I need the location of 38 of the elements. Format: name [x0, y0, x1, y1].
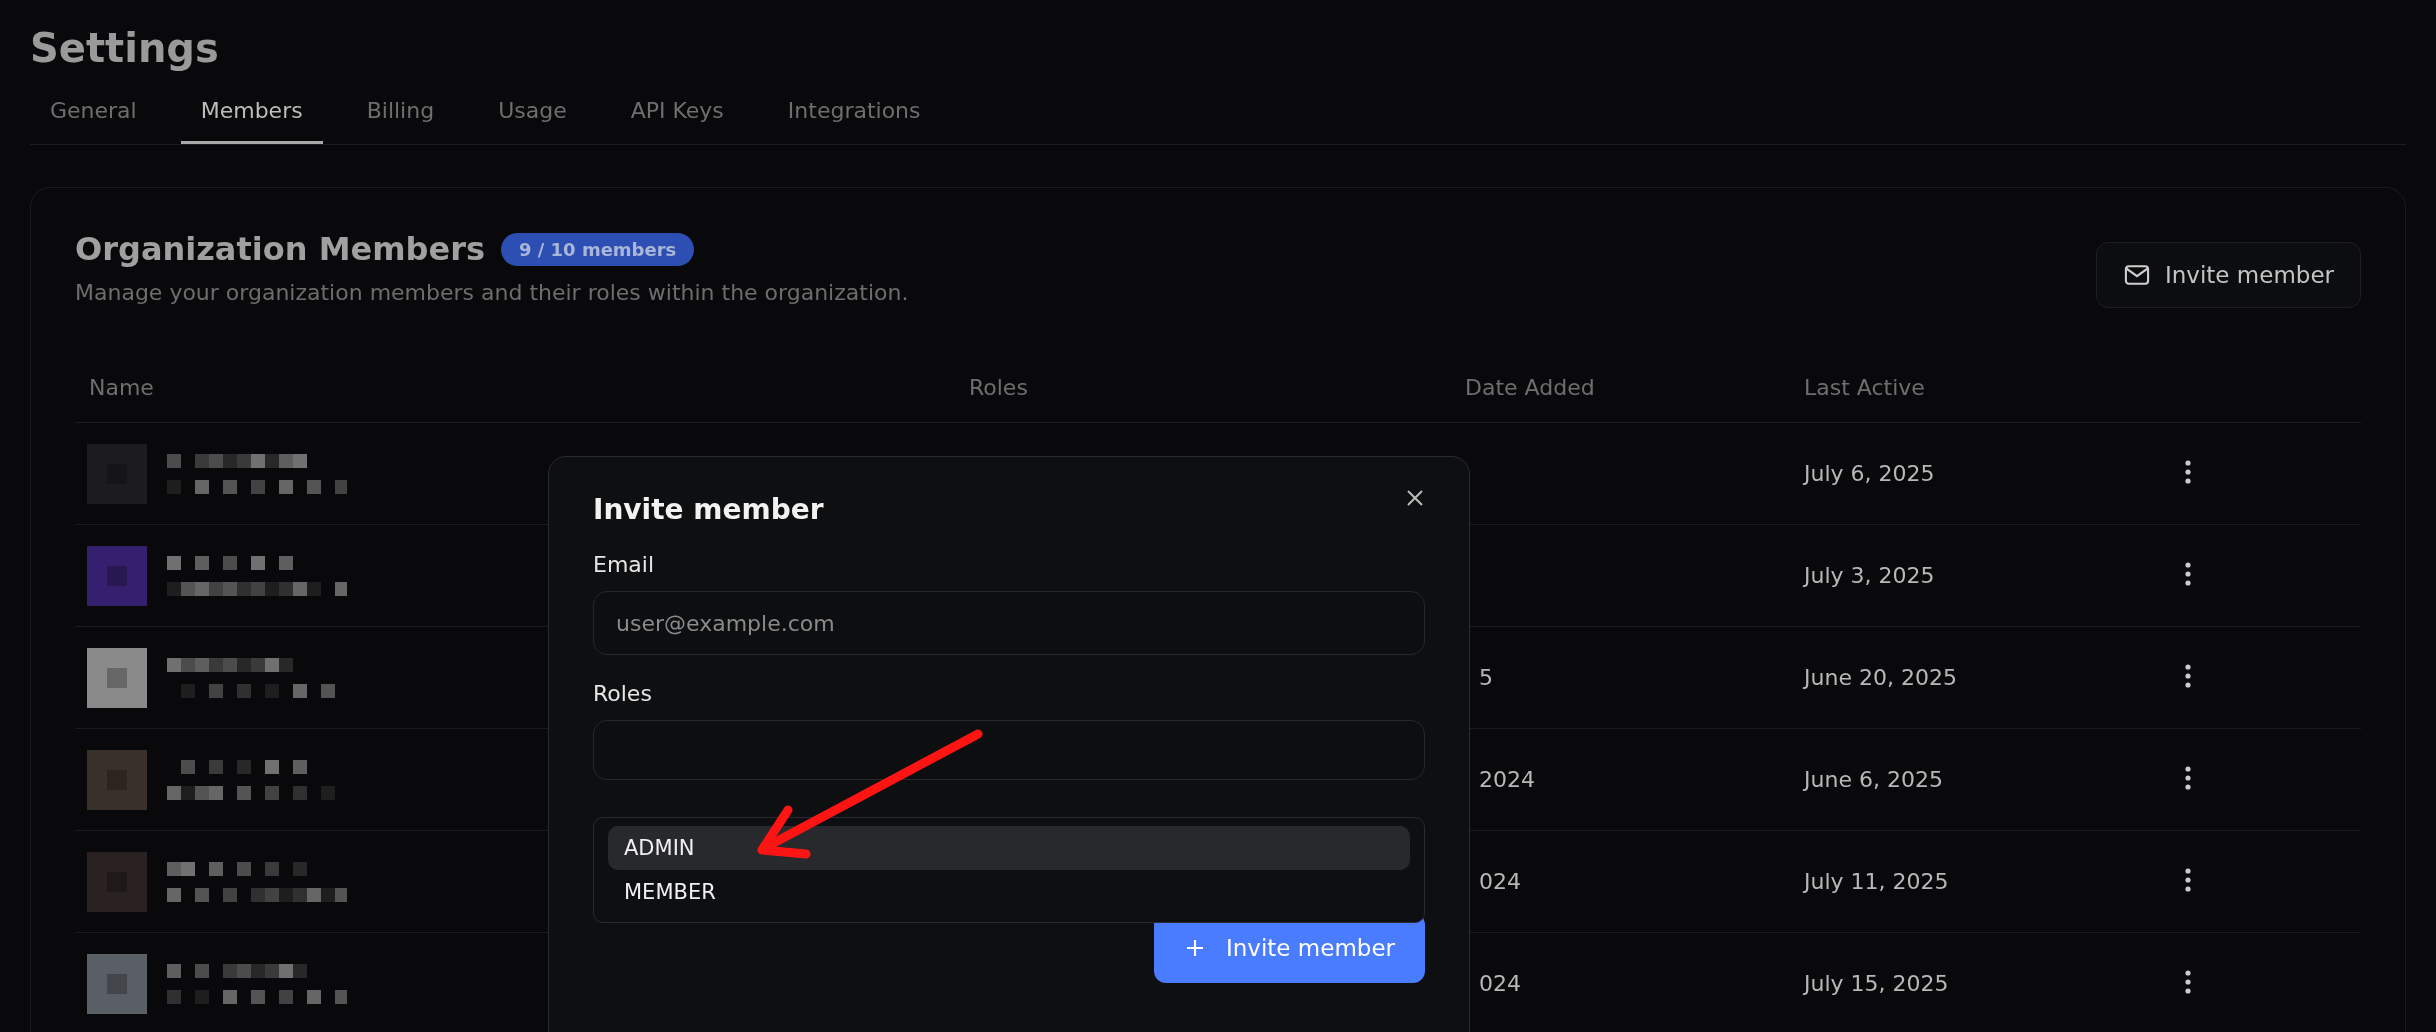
- column-header: Last Active: [1803, 374, 1926, 400]
- tab[interactable]: API Keys: [610, 84, 744, 144]
- column-header: Date Added: [1464, 374, 1596, 400]
- redacted-avatar: [87, 545, 147, 606]
- tab[interactable]: Members: [180, 84, 323, 144]
- tab[interactable]: Integrations: [767, 84, 941, 144]
- redacted-avatar: [87, 647, 147, 708]
- dialog-title: Invite member: [593, 493, 824, 526]
- member-count-badge: 9 / 10 members: [500, 232, 695, 266]
- redacted-avatar: [87, 953, 147, 1014]
- table-cell-text: June 6, 2025: [1802, 767, 1943, 792]
- role-option[interactable]: ADMIN: [608, 826, 1410, 870]
- table-cell-text: July 11, 2025: [1802, 869, 1949, 894]
- tab[interactable]: General: [30, 84, 157, 144]
- table-cell-text: 2024: [1478, 767, 1535, 792]
- redacted-avatar: [87, 749, 147, 810]
- role-option[interactable]: MEMBER: [608, 870, 1410, 914]
- section-title: Organization Members: [75, 230, 485, 268]
- redacted-avatar: [87, 851, 147, 912]
- table-cell-text: 024: [1478, 869, 1521, 894]
- table-cell-text: 5: [1478, 665, 1493, 690]
- column-header: Roles: [968, 374, 1029, 400]
- field-label: Roles: [593, 681, 653, 706]
- table-cell-text: June 20, 2025: [1802, 665, 1957, 690]
- field-label: Email: [593, 552, 656, 577]
- table-cell-text: July 15, 2025: [1802, 971, 1949, 996]
- plus-icon: [1184, 937, 1206, 959]
- tab[interactable]: Billing: [346, 84, 455, 144]
- invite-member-button[interactable]: Invite member: [2096, 242, 2361, 308]
- email-field[interactable]: user@example.com: [593, 591, 1425, 655]
- page-title: Settings: [30, 24, 220, 73]
- table-cell-text: July 3, 2025: [1802, 563, 1935, 588]
- table-cell-text: July 6, 2025: [1802, 461, 1935, 486]
- section-description: Manage your organization members and their roles within the organization.: [75, 280, 909, 305]
- roles-field[interactable]: [593, 720, 1425, 780]
- table-cell-text: 024: [1478, 971, 1521, 996]
- tab[interactable]: Usage: [478, 84, 587, 144]
- column-header: Name: [88, 374, 155, 400]
